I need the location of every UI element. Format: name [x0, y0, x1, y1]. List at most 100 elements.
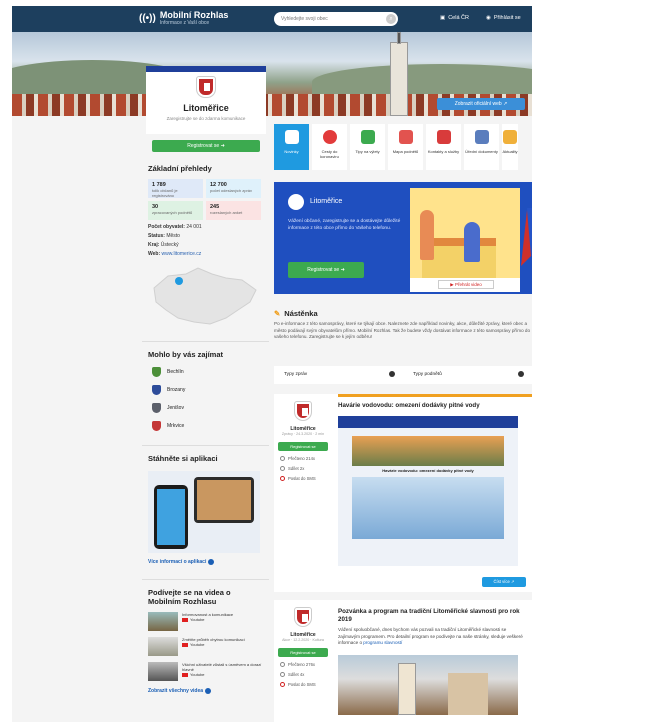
video-list: Informovanost a komunikace Youtube Změňte… — [148, 612, 269, 681]
message-type-select[interactable]: Typy zpráv — [274, 366, 403, 384]
whole-country-link[interactable]: ▣ Celá ČR — [440, 15, 469, 21]
tile-news[interactable]: Novinky — [274, 124, 309, 170]
spire-graphic — [397, 32, 401, 44]
report-type-select[interactable]: Typy podnětů — [403, 366, 532, 384]
post-text: Vážení spoluobčané, dnes bychom vás pozv… — [338, 627, 526, 647]
broadcast-icon: ((•)) — [139, 13, 156, 24]
all-videos-link[interactable]: Zobrazit všechny videa — [148, 688, 269, 694]
overview-title: Základní přehledy — [148, 164, 212, 173]
views-count: Přečteno 276x — [280, 661, 332, 667]
post-image[interactable]: Havárie vodovodu: omezení dodávky pitné … — [338, 416, 518, 566]
video-thumbnail — [148, 612, 178, 631]
views-label: Přečteno 276x — [288, 661, 316, 667]
promo-illustration: ▶ Přehrát video — [410, 188, 520, 292]
post-accent-bar — [338, 394, 532, 397]
tile-documents[interactable]: Úřední dokumenty — [464, 124, 499, 170]
city-name: Litoměřice — [183, 103, 229, 113]
login-label: Přihlásit se — [493, 15, 521, 21]
image-landscape — [352, 436, 504, 466]
nearby-item[interactable]: Bechlín — [152, 367, 269, 377]
stat-polls: 245 rozeslaných anket — [206, 201, 261, 220]
post-meta: Zprávy · 24.3.2020 · 2 min — [281, 432, 325, 436]
post-body: Pozvánka a program na tradiční Litoměřic… — [338, 608, 526, 715]
nearby-name: Brozany — [167, 387, 186, 393]
post-image[interactable] — [338, 654, 518, 715]
post-register-button[interactable]: Registrovat se — [278, 441, 328, 451]
video-item[interactable]: Všichni uživatelé zůstali s úsměvem a do… — [148, 662, 269, 681]
play-video-button[interactable]: ▶ Přehrát video — [438, 280, 494, 289]
backpack-icon — [360, 130, 375, 144]
post-title[interactable]: Havárie vodovodu: omezení dodávky pitné … — [338, 402, 526, 410]
heart-icon — [280, 475, 285, 481]
city-facts: Počet obyvatel: 24 001 Status: Město Kra… — [148, 224, 269, 257]
nearby-name: Bechlín — [167, 369, 184, 375]
chevron-down-icon — [389, 371, 395, 377]
send-sms-button[interactable]: Poslat do SMS — [280, 475, 332, 481]
city-web-link[interactable]: www.litomerice.cz — [162, 251, 202, 257]
chevron-down-icon — [518, 371, 524, 377]
promo-banner: Litoměřice Vážení občané, zaregistrujte … — [274, 182, 532, 294]
stat-label: tolik občanů je registrováno — [152, 188, 178, 198]
search-input[interactable]: Vyhledejte svoji obec ⌕ — [274, 12, 398, 26]
login-link[interactable]: ◉ Přihlásit se — [486, 15, 521, 21]
nearby-item[interactable]: Mrkvice — [152, 421, 269, 431]
program-link[interactable]: programu slavností — [363, 640, 402, 645]
post-author-panel: Litoměřice Akce · 12.2.2020 · Kultura Re… — [274, 600, 332, 687]
share-button[interactable]: Sdílet 4x — [280, 671, 332, 677]
tile-label: Kontakty a služby — [427, 149, 460, 154]
post-title[interactable]: Pozvánka a program na tradiční Litoměřic… — [338, 608, 526, 624]
arrow-circle-icon — [205, 688, 212, 694]
register-label: Registrovat se — [187, 143, 220, 149]
post-author-panel: Litoměřice Zprávy · 24.3.2020 · 2 min Re… — [274, 394, 332, 481]
tile-trips[interactable]: Tipy na výlety — [350, 124, 385, 170]
person-graphic — [420, 210, 434, 260]
stat-messages: 12 700 počet odeslaných zpráv — [206, 179, 261, 198]
post-meta: Akce · 12.2.2020 · Kultura — [282, 638, 324, 642]
news-filters: Typy zpráv Typy podnětů — [274, 366, 532, 384]
nearby-item[interactable]: Brozany — [152, 385, 269, 395]
fact-status: Status: Město — [148, 233, 269, 239]
tile-covid[interactable]: Cesty do koronaviru — [312, 124, 347, 170]
image-water-tap — [352, 477, 504, 539]
author-crest-icon — [295, 608, 311, 626]
app-title: Stáhněte si aplikaci — [148, 454, 218, 463]
nearby-name: Mrkvice — [167, 423, 185, 429]
read-more-button[interactable]: Číst více ↗ — [482, 577, 526, 587]
person-graphic — [464, 222, 480, 262]
send-sms-button[interactable]: Poslat do SMS — [280, 681, 332, 687]
register-button[interactable]: Registrovat se ➜ — [152, 140, 260, 152]
fact-key: Počet obyvatel: — [148, 224, 185, 230]
video-item[interactable]: Informovanost a komunikace Youtube — [148, 612, 269, 631]
search-icon[interactable]: ⌕ — [386, 14, 396, 24]
nearby-item[interactable]: Jenišov — [152, 403, 269, 413]
official-web-button[interactable]: Zobrazit oficiální web ↗ — [437, 98, 525, 110]
video-thumbnail — [148, 637, 178, 656]
image-building-graphic — [448, 672, 488, 715]
post-register-button[interactable]: Registrovat se — [278, 647, 328, 657]
videos-title: Podívejte se na videa o Mobilním Rozhlas… — [148, 588, 231, 606]
read-more-label: Číst více — [493, 579, 510, 584]
tile-reports-map[interactable]: Mapa podnětů — [388, 124, 423, 170]
logo-subtitle: Informace z Vaší obce — [159, 20, 210, 26]
tile-contacts[interactable]: Kontakty a služby — [426, 124, 461, 170]
video-thumbnail — [148, 662, 178, 681]
phone-icon — [436, 130, 451, 144]
city-subtitle: Zaregistrujte se do zdarma komunikace — [166, 116, 246, 121]
news-board-title: ✎ Nástěnka — [274, 309, 318, 318]
fact-region: Kraj: Ústecký — [148, 242, 269, 248]
official-web-label: Zobrazit oficiální web — [454, 101, 502, 107]
nearby-title: Mohlo by vás zajímat — [148, 350, 224, 359]
site-logo[interactable]: ((•)) Mobilní Rozhlas Informace z Vaší o… — [139, 11, 228, 27]
tile-label: Mapa podnětů — [392, 149, 419, 154]
tile-more[interactable]: Aktuality — [502, 124, 518, 170]
fact-key: Status: — [148, 233, 165, 239]
village-crest-icon — [152, 385, 161, 395]
video-tag: Youtube — [190, 642, 205, 647]
promo-register-button[interactable]: Registrovat se ➜ — [288, 262, 364, 278]
phone-screen-graphic — [157, 489, 185, 545]
video-item[interactable]: Změňte průběh chytrou komunikací Youtube — [148, 637, 269, 656]
send-label: Poslat do SMS — [288, 681, 316, 687]
message-type-label: Typy zpráv — [284, 372, 308, 377]
share-button[interactable]: Sdílet 2x — [280, 465, 332, 471]
app-more-link[interactable]: Více informací o aplikaci — [148, 559, 269, 565]
